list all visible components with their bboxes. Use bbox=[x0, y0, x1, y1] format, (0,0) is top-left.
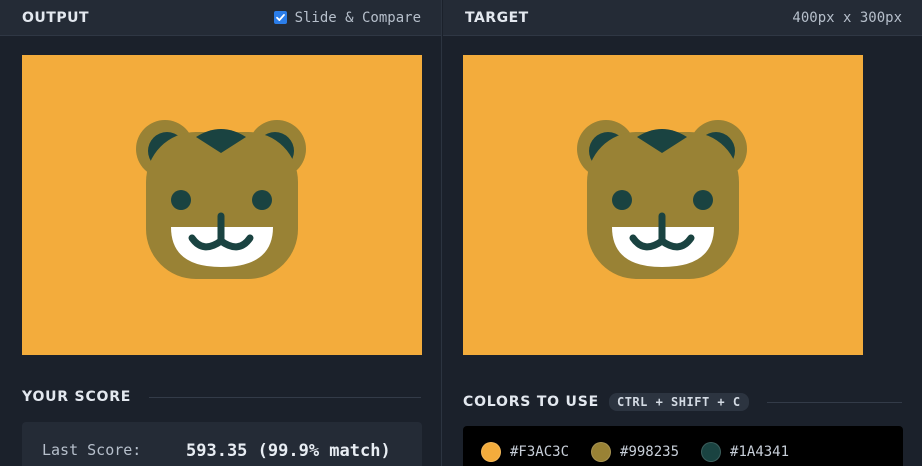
target-title: TARGET bbox=[465, 9, 529, 26]
target-header: TARGET 400px x 300px bbox=[443, 0, 922, 36]
output-title: OUTPUT bbox=[22, 9, 89, 26]
target-canvas bbox=[463, 55, 863, 355]
score-box: Last Score: 593.35 (99.9% match) bbox=[22, 422, 422, 466]
slide-compare-checkbox[interactable] bbox=[273, 11, 287, 24]
color-hex: #998235 bbox=[620, 444, 680, 460]
slide-compare-toggle[interactable]: Slide & Compare bbox=[273, 9, 421, 26]
color-swatch-item[interactable]: #F3AC3C bbox=[481, 442, 569, 462]
target-dimensions: 400px x 300px bbox=[792, 9, 902, 26]
checkmark-icon bbox=[275, 14, 285, 21]
score-title: YOUR SCORE bbox=[22, 389, 132, 405]
color-swatch[interactable] bbox=[481, 442, 501, 462]
colors-section-title: COLORS TO USE CTRL + SHIFT + C bbox=[463, 393, 902, 411]
color-swatch-item[interactable]: #998235 bbox=[591, 442, 679, 462]
colors-divider bbox=[766, 401, 902, 403]
color-swatch[interactable] bbox=[701, 442, 722, 462]
colors-title: COLORS TO USE bbox=[463, 394, 599, 410]
copy-colors-shortcut: CTRL + SHIFT + C bbox=[608, 393, 749, 411]
output-canvas[interactable] bbox=[22, 55, 422, 355]
color-swatch[interactable] bbox=[591, 442, 612, 462]
target-pane: TARGET 400px x 300px COLORS TO USE CTRL … bbox=[443, 0, 922, 466]
slide-compare-label: Slide & Compare bbox=[294, 9, 421, 26]
color-hex: #F3AC3C bbox=[510, 444, 570, 460]
last-score-value: 593.35 (99.9% match) bbox=[186, 441, 391, 461]
target-bear-image bbox=[463, 55, 863, 355]
color-swatch-item[interactable]: #1A4341 bbox=[701, 442, 789, 462]
output-pane: OUTPUT Slide & Compare YOUR SCORE Last S… bbox=[0, 0, 442, 466]
colors-palette: #F3AC3C #998235 #1A4341 bbox=[463, 426, 903, 466]
score-section-title: YOUR SCORE bbox=[22, 389, 421, 405]
score-divider bbox=[149, 396, 421, 398]
output-bear-image bbox=[22, 55, 422, 355]
last-score-label: Last Score: bbox=[42, 441, 142, 459]
color-hex: #1A4341 bbox=[730, 444, 790, 460]
output-header: OUTPUT Slide & Compare bbox=[0, 0, 441, 36]
